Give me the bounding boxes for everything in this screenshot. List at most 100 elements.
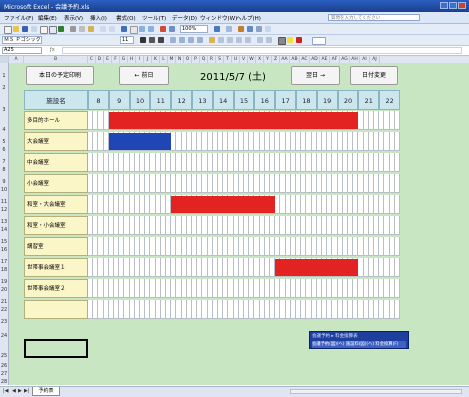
time-slot-cell[interactable] <box>394 237 400 256</box>
column-header-d[interactable]: D <box>96 56 104 63</box>
row-header-27[interactable]: 27 <box>0 371 8 377</box>
spell-icon[interactable] <box>58 26 64 32</box>
font-color-icon[interactable] <box>296 37 302 43</box>
column-header-y[interactable]: Y <box>264 56 272 63</box>
column-header-n[interactable]: N <box>176 56 184 63</box>
track-icon[interactable] <box>256 26 262 32</box>
column-header-ag[interactable]: AG <box>340 56 350 63</box>
increase-decimal-icon[interactable] <box>236 37 242 43</box>
reservation-bar[interactable] <box>108 133 172 150</box>
selected-cell[interactable] <box>24 339 88 358</box>
room-label[interactable]: 大会議室 <box>24 132 88 151</box>
row-header-17[interactable]: 17 <box>0 259 8 265</box>
row-header-23[interactable]: 23 <box>0 319 8 325</box>
column-header-m[interactable]: M <box>168 56 176 63</box>
room-label[interactable]: 中会議室 <box>24 153 88 172</box>
row-header-9[interactable]: 9 <box>0 179 8 185</box>
column-header-ah[interactable]: AH <box>350 56 360 63</box>
column-header-l[interactable]: L <box>160 56 168 63</box>
column-header-w[interactable]: W <box>248 56 256 63</box>
room-label[interactable]: 和室・小会議室 <box>24 216 88 235</box>
row-header-16[interactable]: 16 <box>0 247 8 253</box>
print-today-button[interactable]: 本日の予定印刷 <box>26 66 94 85</box>
fill-color-icon[interactable] <box>287 37 293 43</box>
permission-icon[interactable] <box>31 26 37 32</box>
horizontal-scrollbar[interactable] <box>290 389 462 394</box>
reply-icon[interactable] <box>247 26 253 32</box>
toolbar-options-icon[interactable] <box>226 26 232 32</box>
formula-input[interactable] <box>62 47 462 54</box>
percent-icon[interactable] <box>218 37 224 43</box>
row-header-13[interactable]: 13 <box>0 219 8 225</box>
comma-icon[interactable] <box>227 37 233 43</box>
time-slot-cell[interactable] <box>394 216 400 235</box>
room-label[interactable]: 小会議室 <box>24 174 88 193</box>
reservation-bar[interactable] <box>275 259 359 276</box>
name-box[interactable]: A25 <box>2 47 42 54</box>
column-header-f[interactable]: F <box>112 56 120 63</box>
zoom-select[interactable]: 100% <box>180 25 208 33</box>
sort-ascending-icon[interactable] <box>139 26 145 32</box>
column-header-aj[interactable]: AJ <box>370 56 380 63</box>
function-icon[interactable]: ƒx <box>50 47 55 53</box>
change-date-button[interactable]: 日付変更 <box>350 66 398 85</box>
reservation-bar[interactable] <box>171 196 276 213</box>
column-header-e[interactable]: E <box>104 56 112 63</box>
column-header-ae[interactable]: AE <box>320 56 330 63</box>
floating-toolbar[interactable]: 会議予約 ▸ 料金換算表 会議予約(図)(ヘ) 施設料(図)(ヘ) 料金換算(F… <box>309 331 409 349</box>
row-header-8[interactable]: 8 <box>0 167 8 173</box>
menu-insert[interactable]: 挿入(I) <box>90 14 107 22</box>
italic-icon[interactable] <box>149 37 155 43</box>
column-header-c[interactable]: C <box>88 56 96 63</box>
menu-format[interactable]: 書式(O) <box>116 14 136 22</box>
column-header-h[interactable]: H <box>128 56 136 63</box>
time-slot-cell[interactable] <box>394 111 400 130</box>
menu-file[interactable]: ファイル(F) <box>4 14 33 22</box>
time-slot-cell[interactable] <box>394 132 400 151</box>
row-header-25[interactable]: 25 <box>0 353 8 359</box>
column-header-ab[interactable]: AB <box>290 56 300 63</box>
row-header-19[interactable]: 19 <box>0 279 8 285</box>
room-label[interactable]: 多目的ホール <box>24 111 88 130</box>
next-day-button[interactable]: 翌日 → <box>291 66 340 85</box>
column-header-x[interactable]: X <box>256 56 264 63</box>
reservation-bar[interactable] <box>108 112 359 129</box>
time-slot-cell[interactable] <box>394 279 400 298</box>
redo-icon[interactable] <box>109 26 115 32</box>
row-header-18[interactable]: 18 <box>0 267 8 273</box>
row-header-22[interactable]: 22 <box>0 307 8 313</box>
print-icon[interactable] <box>40 26 48 34</box>
column-header-b[interactable]: B <box>24 56 88 63</box>
column-header-a[interactable]: A <box>9 56 24 63</box>
minimize-button[interactable] <box>440 2 448 9</box>
column-header-ac[interactable]: AC <box>300 56 310 63</box>
previous-day-button[interactable]: ← 前日 <box>119 66 169 85</box>
last-sheet-icon[interactable]: ▶| <box>24 388 30 394</box>
row-header-14[interactable]: 14 <box>0 227 8 233</box>
time-slot-cell[interactable] <box>394 258 400 277</box>
column-header-s[interactable]: S <box>216 56 224 63</box>
column-header-aa[interactable]: AA <box>280 56 290 63</box>
autosum-icon[interactable] <box>130 26 138 34</box>
maximize-button[interactable] <box>449 2 457 9</box>
column-header-t[interactable]: T <box>224 56 232 63</box>
help-search-input[interactable]: 質問を入力してください <box>328 14 420 21</box>
room-label[interactable] <box>24 300 88 319</box>
preview-icon[interactable] <box>49 26 57 34</box>
row-header-20[interactable]: 20 <box>0 287 8 293</box>
column-header-af[interactable]: AF <box>330 56 340 63</box>
menu-view[interactable]: 表示(V) <box>64 14 83 22</box>
time-slot-cell[interactable] <box>394 174 400 193</box>
column-header-g[interactable]: G <box>120 56 128 63</box>
copy-icon[interactable] <box>79 26 85 32</box>
row-header-24[interactable]: 24 <box>0 333 8 339</box>
sort-descending-icon[interactable] <box>148 26 154 32</box>
paste-icon[interactable] <box>88 26 94 32</box>
room-label[interactable]: 世帯事会議室１ <box>24 258 88 277</box>
row-header-12[interactable]: 12 <box>0 207 8 213</box>
column-header-p[interactable]: P <box>192 56 200 63</box>
save-icon[interactable] <box>22 26 28 32</box>
close-button[interactable] <box>458 2 466 9</box>
room-label[interactable]: 和室・大会議室 <box>24 195 88 214</box>
merge-center-icon[interactable] <box>197 37 203 43</box>
